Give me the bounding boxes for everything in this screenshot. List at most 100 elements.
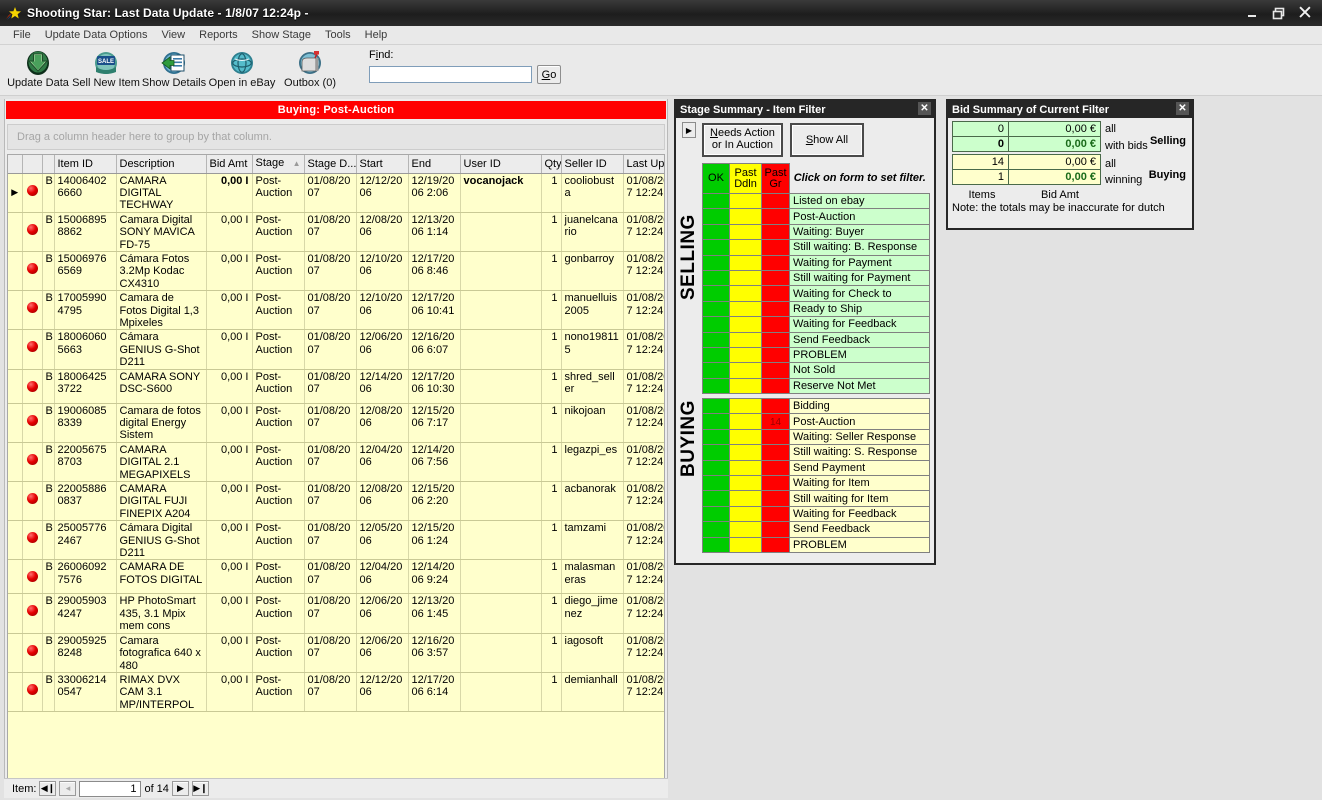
stage-gr-cell[interactable] — [761, 459, 790, 477]
stage-row[interactable]: Still waiting for Payment — [702, 269, 930, 287]
stage-ddln-cell[interactable] — [729, 223, 762, 241]
stage-ok-cell[interactable] — [702, 444, 730, 461]
stage-gr-cell[interactable] — [761, 521, 790, 538]
stage-ddln-cell[interactable] — [729, 536, 762, 553]
stage-ddln-cell[interactable] — [729, 398, 762, 415]
stage-name-cell[interactable]: Still waiting: S. Response — [789, 444, 930, 461]
stage-ddln-cell[interactable] — [729, 521, 762, 538]
stage-ok-cell[interactable] — [702, 459, 730, 477]
stage-gr-cell[interactable] — [761, 285, 790, 302]
table-row[interactable]: B 330062140547 RIMAX DVX CAM 3.1 MP/INTERP… — [8, 672, 664, 713]
row-selector[interactable] — [8, 559, 23, 595]
stage-ok-cell[interactable] — [702, 398, 730, 415]
stage-ok-cell[interactable] — [702, 536, 730, 553]
row-selector[interactable] — [8, 369, 23, 404]
stage-row[interactable]: 14 Post-Auction — [702, 413, 930, 430]
col-indicator[interactable] — [22, 155, 43, 174]
stage-row[interactable]: Waiting: Buyer — [702, 223, 930, 241]
stage-name-cell[interactable]: Still waiting: B. Response — [789, 239, 930, 256]
minimize-icon[interactable] — [1240, 2, 1264, 24]
stage-ok-cell[interactable] — [702, 269, 730, 287]
go-button[interactable]: Go — [537, 65, 561, 84]
stage-ok-cell[interactable] — [702, 254, 730, 271]
menu-item-view[interactable]: View — [154, 27, 192, 43]
col-bid-amt[interactable]: Bid Amt — [206, 155, 253, 174]
menu-item-file[interactable]: File — [6, 27, 38, 43]
col-item-id[interactable]: Item ID — [54, 155, 117, 174]
col-user-id[interactable]: User ID — [460, 155, 542, 174]
stage-ddln-cell[interactable] — [729, 269, 762, 287]
row-selector[interactable]: ▶ — [8, 173, 23, 213]
stage-gr-cell[interactable] — [761, 331, 790, 348]
stage-gr-cell[interactable] — [761, 490, 790, 507]
table-row[interactable]: B 190060858339 Camara de fotos digital Ene… — [8, 403, 664, 443]
search-input[interactable] — [369, 66, 532, 83]
first-record-button[interactable]: ◀❙ — [39, 781, 57, 796]
stage-status-table[interactable]: OK Past Ddln Past Gr Click on form to set f… — [702, 163, 930, 553]
table-row[interactable]: B 250057762467 Cámara Digital GENIUS G-Sho… — [8, 520, 664, 561]
previous-record-button[interactable]: ◂ — [59, 781, 77, 796]
stage-ddln-cell[interactable] — [729, 208, 762, 225]
stage-ok-cell[interactable] — [702, 490, 730, 507]
table-row[interactable]: B 260060927576 CAMARA DE FOTOS DIGITAL 0,00… — [8, 559, 664, 595]
row-selector[interactable] — [8, 290, 23, 331]
stage-name-cell[interactable]: Send Feedback — [789, 521, 930, 538]
stage-row[interactable]: Bidding — [702, 398, 930, 415]
stage-ok-cell[interactable] — [702, 362, 730, 379]
stage-row[interactable]: PROBLEM — [702, 536, 930, 553]
stage-gr-cell[interactable] — [761, 398, 790, 415]
col-select[interactable] — [8, 155, 23, 174]
table-row[interactable]: B 290059258248 Camara fotografica 640 x 48… — [8, 633, 664, 673]
stage-ddln-cell[interactable] — [729, 413, 762, 430]
bid-summary-close-icon[interactable]: ✕ — [1176, 102, 1189, 115]
group-by-dropzone[interactable]: Drag a column header here to group by th… — [7, 124, 665, 150]
menu-item-help[interactable]: Help — [358, 27, 395, 43]
stage-name-cell[interactable]: Ready to Ship — [789, 300, 930, 318]
stage-ok-cell[interactable] — [702, 223, 730, 241]
stage-name-cell[interactable]: Waiting for Item — [789, 475, 930, 492]
stage-ok-cell[interactable] — [702, 300, 730, 318]
stage-gr-cell[interactable] — [761, 239, 790, 256]
table-row[interactable]: B 150068958862 Camara Digital SONY MAVICA … — [8, 212, 664, 252]
stage-ok-cell[interactable] — [702, 346, 730, 364]
row-selector[interactable] — [8, 481, 23, 522]
maximize-icon[interactable] — [1266, 2, 1290, 24]
row-selector[interactable] — [8, 672, 23, 713]
stage-ok-cell[interactable] — [702, 377, 730, 395]
last-record-button[interactable]: ▶❙ — [191, 781, 209, 796]
stage-row[interactable]: Still waiting: B. Response — [702, 239, 930, 256]
stage-gr-cell[interactable] — [761, 254, 790, 271]
outbox-button[interactable]: Outbox (0) — [276, 47, 344, 89]
update-data-button[interactable]: Update Data — [4, 47, 72, 89]
stage-name-cell[interactable]: Waiting for Feedback — [789, 505, 930, 523]
col-stage[interactable]: Stage ▲ — [252, 155, 305, 174]
stage-gr-cell[interactable] — [761, 300, 790, 318]
stage-name-cell[interactable]: Reserve Not Met — [789, 377, 930, 395]
stage-ddln-cell[interactable] — [729, 331, 762, 348]
table-row[interactable]: B 180064253722 CAMARA SONY DSC-S600 0,00 IP… — [8, 369, 664, 404]
stage-ddln-cell[interactable] — [729, 475, 762, 492]
stage-ddln-cell[interactable] — [729, 346, 762, 364]
row-selector[interactable] — [8, 251, 23, 292]
stage-name-cell[interactable]: Send Payment — [789, 459, 930, 477]
col-start[interactable]: Start — [356, 155, 409, 174]
stage-name-cell[interactable]: Waiting for Feedback — [789, 316, 930, 333]
stage-row[interactable]: Send Feedback — [702, 521, 930, 538]
items-grid[interactable]: Item ID Description Bid Amt Stage ▲ Stage… — [7, 154, 665, 796]
stage-ddln-cell[interactable] — [729, 490, 762, 507]
sell-new-item-button[interactable]: SALE Sell New Item — [72, 47, 140, 89]
stage-row[interactable]: Waiting: Seller Response — [702, 428, 930, 446]
stage-gr-cell[interactable] — [761, 269, 790, 287]
stage-gr-cell[interactable] — [761, 362, 790, 379]
stage-ddln-cell[interactable] — [729, 254, 762, 271]
stage-gr-cell[interactable] — [761, 505, 790, 523]
stage-row[interactable]: Reserve Not Met — [702, 377, 930, 395]
stage-ddln-cell[interactable] — [729, 428, 762, 446]
stage-gr-cell[interactable]: 14 — [761, 413, 790, 430]
row-selector[interactable] — [8, 520, 23, 561]
stage-row[interactable]: Ready to Ship — [702, 300, 930, 318]
table-row[interactable]: B 220058860837 CAMARA DIGITAL FUJI FINEPIX… — [8, 481, 664, 522]
stage-ok-cell[interactable] — [702, 239, 730, 256]
table-row[interactable]: B 180060605663 Cámara GENIUS G-Shot D211 0,… — [8, 329, 664, 370]
show-all-button[interactable]: Show All — [789, 123, 865, 157]
